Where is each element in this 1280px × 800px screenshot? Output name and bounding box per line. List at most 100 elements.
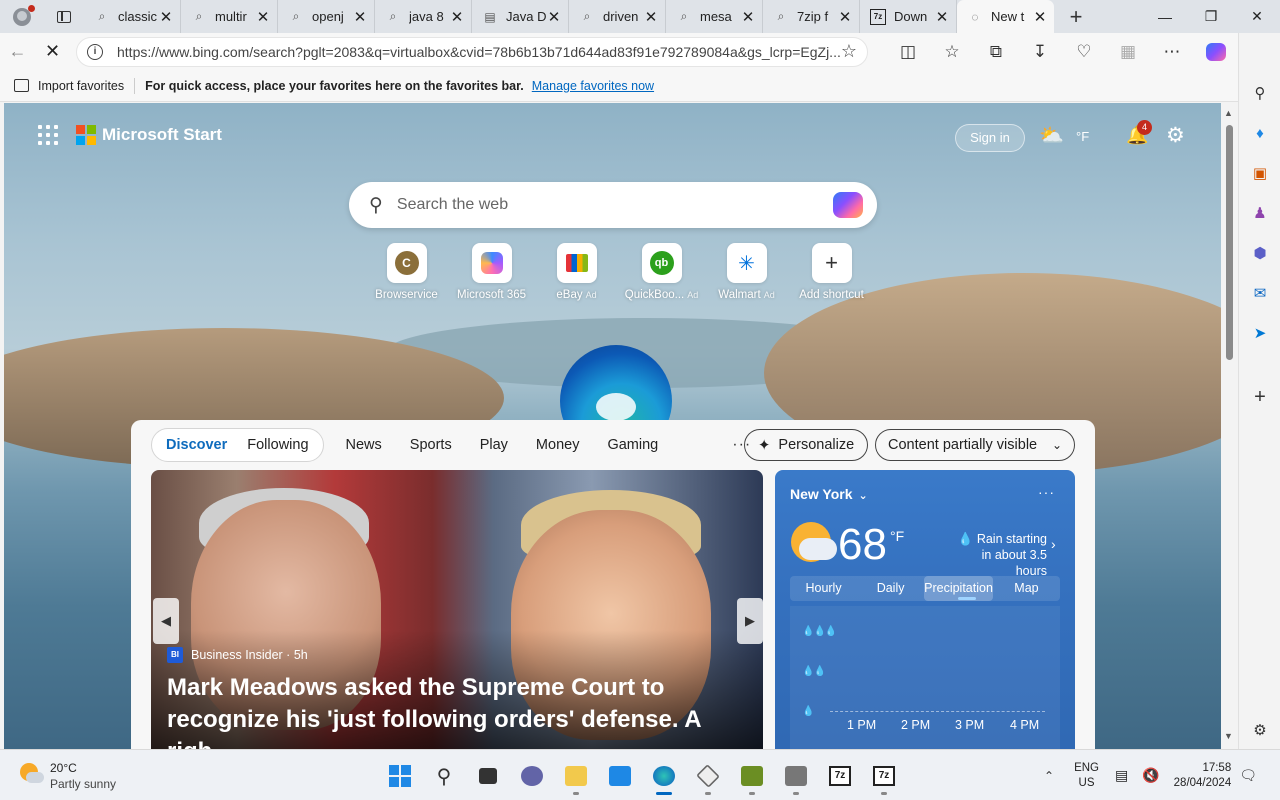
downloads-icon[interactable]: ↧ [1018, 33, 1062, 70]
minimize-button[interactable]: — [1142, 0, 1188, 33]
browser-tab[interactable]: ⌕ 7zip f ✕ [763, 0, 860, 33]
taskbar-search-button[interactable]: ⚲ [422, 756, 466, 796]
shortcut-tile[interactable]: qb [641, 243, 682, 283]
shortcut-ebay[interactable]: eBay Ad [534, 243, 619, 301]
shortcut-tile[interactable]: C [386, 243, 427, 283]
tab-close-icon[interactable]: ✕ [837, 8, 853, 26]
settings-more-icon[interactable]: ⋯ [1150, 33, 1194, 70]
show-hidden-icons-chevron-icon[interactable]: ⌃ [1044, 769, 1054, 783]
address-url[interactable]: https://www.bing.com/search?pglt=2083&q=… [117, 44, 841, 60]
chevron-right-icon[interactable]: › [1051, 536, 1056, 552]
search-input[interactable]: Search the web [397, 196, 833, 214]
7zip-button-1[interactable]: 7z [818, 756, 862, 796]
browser-tab[interactable]: ⌕ driven ✕ [569, 0, 666, 33]
7zip-button-2[interactable]: 7z [862, 756, 906, 796]
site-info-icon[interactable]: i [87, 43, 103, 60]
address-bar[interactable]: i https://www.bing.com/search?pglt=2083&… [76, 36, 868, 67]
tab-discover[interactable]: Discover [156, 437, 237, 453]
copilot-search-icon[interactable] [833, 192, 863, 218]
tab-play[interactable]: Play [466, 437, 522, 453]
tab-close-icon[interactable]: ✕ [255, 8, 271, 26]
sidebar-search-icon[interactable]: ⚲ [1248, 81, 1272, 105]
shortcut-browservice[interactable]: C Browservice [364, 243, 449, 301]
sidebar-shopping-icon[interactable]: ♦ [1248, 121, 1272, 145]
tab-following[interactable]: Following [237, 437, 318, 453]
new-tab-button[interactable]: + [1054, 4, 1098, 30]
tab-close-icon[interactable]: ✕ [934, 8, 950, 26]
clock[interactable]: 17:58 28/04/2024 [1174, 761, 1232, 791]
tab-close-icon[interactable]: ✕ [352, 8, 368, 26]
carousel-next-button[interactable]: ▶ [737, 598, 763, 644]
back-button[interactable]: ← [0, 33, 35, 70]
scroll-down-icon[interactable]: ▼ [1224, 731, 1233, 741]
header-weather-temp[interactable]: °F [1076, 129, 1089, 144]
browser-tab[interactable]: ⌕ multir ✕ [181, 0, 278, 33]
minecraft-button[interactable] [730, 756, 774, 796]
browser-tab[interactable]: ⌕ openj ✕ [278, 0, 375, 33]
sidebar-add-icon[interactable]: + [1248, 385, 1272, 409]
browser-tab[interactable]: ⌕ java 8 ✕ [375, 0, 472, 33]
content-visibility-dropdown[interactable]: Content partially visible ⌄ [875, 429, 1075, 461]
copilot-icon[interactable] [1194, 33, 1238, 70]
scrollbar-thumb[interactable] [1226, 125, 1233, 360]
import-favorites-button[interactable]: Import favorites [14, 79, 124, 93]
page-settings-gear-icon[interactable]: ⚙ [1166, 123, 1185, 148]
carousel-prev-button[interactable]: ◀ [153, 598, 179, 644]
tab-gaming[interactable]: Gaming [593, 437, 672, 453]
tab-close-icon[interactable]: ✕ [158, 8, 174, 26]
shortcut-tile[interactable] [556, 243, 597, 283]
tab-money[interactable]: Money [522, 437, 594, 453]
weather-tab-daily[interactable]: Daily [857, 576, 924, 601]
weather-more-button[interactable]: ··· [1038, 484, 1055, 500]
extensions-icon[interactable]: ▦ [1106, 33, 1150, 70]
weather-tab-hourly[interactable]: Hourly [790, 576, 857, 601]
shortcut-tile[interactable]: ✳ [726, 243, 767, 283]
tab-close-icon[interactable]: ✕ [1032, 8, 1048, 26]
sidebar-tools-icon[interactable]: ▣ [1248, 161, 1272, 185]
sidebar-games-icon[interactable]: ♟ [1248, 201, 1272, 225]
edge-taskbar-button[interactable] [642, 756, 686, 796]
start-button[interactable] [378, 756, 422, 796]
shortcut-microsoft-365[interactable]: Microsoft 365 [449, 243, 534, 301]
tab-news[interactable]: News [332, 437, 396, 453]
browser-tab[interactable]: ◌ New t ✕ [957, 0, 1054, 33]
network-icon[interactable]: ▤ [1115, 767, 1128, 784]
close-window-button[interactable]: ✕ [1234, 0, 1280, 33]
weather-tab-map[interactable]: Map [993, 576, 1060, 601]
file-explorer-button[interactable] [554, 756, 598, 796]
profile-button[interactable] [0, 0, 44, 33]
page-scrollbar[interactable]: ▲ ▼ [1221, 103, 1238, 749]
weather-tab-precipitation[interactable]: Precipitation [924, 576, 993, 601]
rain-forecast[interactable]: 💧 Rain starting in about 3.5 hours [947, 531, 1047, 579]
shortcut-quickbooks[interactable]: qb QuickBoo... Ad [619, 243, 704, 301]
browser-tab[interactable]: ⌕ mesa ✕ [666, 0, 763, 33]
app-launcher-icon[interactable] [38, 125, 58, 145]
add-favorite-star-icon[interactable]: ☆ [841, 41, 857, 62]
tab-close-icon[interactable]: ✕ [643, 8, 659, 26]
header-weather-icon[interactable]: ⛅ [1039, 123, 1064, 148]
sidebar-outlook-icon[interactable]: ✉ [1248, 281, 1272, 305]
installer-button[interactable] [774, 756, 818, 796]
browser-tab[interactable]: ▤ Java D ✕ [472, 0, 569, 33]
tab-close-icon[interactable]: ✕ [546, 8, 562, 26]
taskbar-weather-condition[interactable]: Partly sunny [50, 777, 116, 791]
sidebar-drop-icon[interactable]: ➤ [1248, 321, 1272, 345]
tab-actions-button[interactable] [44, 0, 84, 33]
sidebar-m365-icon[interactable]: ⬢ [1248, 241, 1272, 265]
volume-muted-icon[interactable]: 🔇 [1142, 767, 1159, 784]
shortcut-walmart[interactable]: ✳ Walmart Ad [704, 243, 789, 301]
brand-title[interactable]: Microsoft Start [102, 125, 222, 145]
article-headline[interactable]: Mark Meadows asked the Supreme Court to … [167, 672, 752, 749]
stop-loading-button[interactable]: ✕ [35, 33, 70, 70]
collections-icon[interactable]: ⧉ [974, 33, 1018, 70]
favorites-icon[interactable]: ☆ [930, 33, 974, 70]
notification-center-icon[interactable]: 🗨 [1239, 767, 1257, 784]
language-indicator[interactable]: ENG US [1074, 761, 1099, 791]
store-button[interactable] [598, 756, 642, 796]
shortcut-add[interactable]: + Add shortcut [789, 243, 874, 301]
tab-sports[interactable]: Sports [396, 437, 466, 453]
restore-button[interactable]: ❐ [1188, 0, 1234, 33]
web-search-box[interactable]: ⚲ Search the web [349, 182, 877, 228]
teams-chat-button[interactable] [510, 756, 554, 796]
split-screen-icon[interactable]: ◫ [886, 33, 930, 70]
